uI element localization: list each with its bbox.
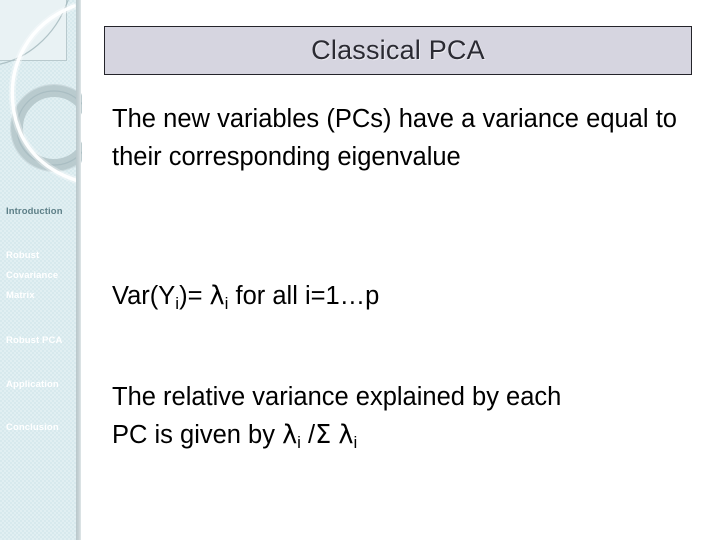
formula-prefix: Var(Y [112,282,176,310]
sidebar-item-label: Application [6,379,59,390]
sidebar-item-label: Introduction [6,206,63,217]
sidebar-item-covariance[interactable]: Covariance [6,269,78,282]
sidebar-item-application[interactable]: Application [6,378,78,391]
sidebar-top-block-edge-bottom [0,60,67,61]
body-formula: Var(Yi)= λi for all i=1…p [112,277,677,323]
slide-canvas: Introduction Robust Covariance Matrix Ro… [0,0,720,540]
paragraph-2-lambda-1: λ [282,420,298,450]
paragraph-2-lambda-2: λ [338,420,354,450]
paragraph-2-line-1: The relative variance explained by each [112,383,562,411]
formula-lambda: λ [209,281,225,311]
paragraph-2-line-2-prefix: PC is given by [112,421,283,449]
sidebar-item-label: Matrix [6,290,35,301]
body-paragraph-2: The relative variance explained by each … [112,378,682,462]
paragraph-2-separator: / [300,421,316,449]
sidebar-item-label: Robust PCA [6,335,63,346]
formula-middle: )= [179,282,210,310]
sidebar-top-block [0,0,67,61]
sidebar-item-robust[interactable]: Robust [6,249,78,262]
sidebar-item-label: Covariance [6,270,59,281]
page-title: Classical PCA [311,35,485,65]
sidebar-item-introduction[interactable]: Introduction [6,205,78,218]
paragraph-2-sigma: Σ [315,420,332,450]
paragraph-2-subscript-2: i [353,433,358,452]
sidebar-navigation: Introduction Robust Covariance Matrix Ro… [0,0,82,540]
formula-suffix: for all i=1…p [228,282,380,310]
body-paragraph-1: The new variables (PCs) have a variance … [112,105,677,171]
sidebar-item-label: Robust [6,250,40,261]
sidebar-item-conclusion[interactable]: Conclusion [6,421,78,434]
sidebar-item-robust-pca[interactable]: Robust PCA [6,334,78,347]
sidebar-item-matrix[interactable]: Matrix [6,289,78,302]
slide-title-box: Classical PCA [104,26,692,75]
sidebar-top-block-edge-right [66,0,67,61]
sidebar-item-label: Conclusion [6,422,59,433]
